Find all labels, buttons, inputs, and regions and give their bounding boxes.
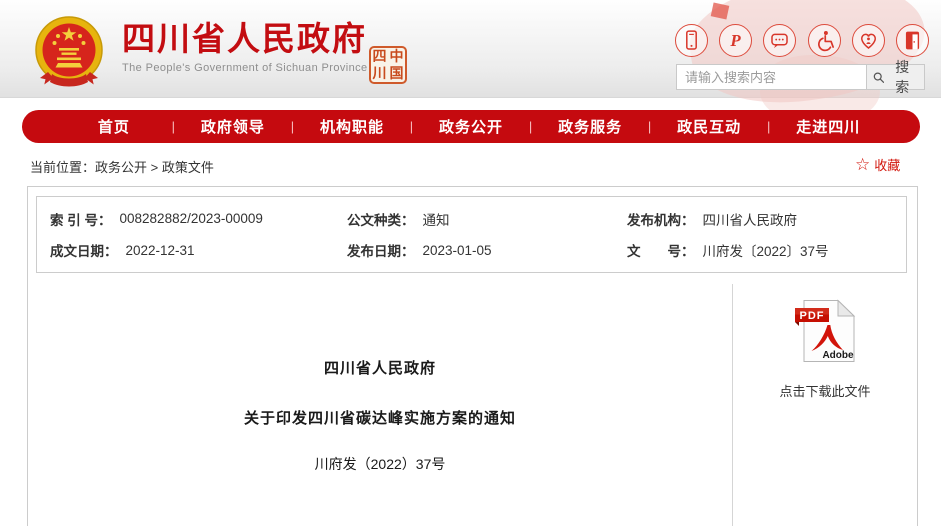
magnifier-icon — [873, 71, 884, 84]
article-body: 四川省人民政府 关于印发四川省碳达峰实施方案的通知 川府发（2022）37号 — [28, 187, 732, 526]
login-quick-link[interactable] — [896, 24, 929, 57]
map-marker-decoration — [711, 2, 730, 19]
download-link-text[interactable]: 点击下载此文件 — [733, 381, 917, 400]
p-logo-icon: P — [720, 24, 751, 57]
quick-links: P — [675, 24, 929, 57]
seal-char: 四 — [371, 48, 388, 65]
adobe-label: Adobe — [822, 350, 854, 361]
site-logo-link[interactable]: 四川省人民政府 The People's Government of Sichu… — [122, 21, 368, 74]
door-icon — [897, 24, 928, 57]
care-icon — [853, 24, 884, 57]
nav-item-open-government[interactable]: 政务公开 — [413, 116, 529, 137]
svg-text:P: P — [730, 31, 742, 50]
breadcrumb-link-policy-documents[interactable]: 政策文件 — [162, 160, 214, 175]
p-logo-quick-link[interactable]: P — [719, 24, 752, 57]
accessibility-quick-link[interactable] — [808, 24, 841, 57]
wheelchair-icon — [809, 24, 840, 57]
search-bar: 搜 索 — [676, 64, 925, 90]
seal-char: 中 — [388, 48, 405, 65]
nav-item-home[interactable]: 首页 — [56, 116, 172, 137]
breadcrumb-separator: > — [147, 160, 162, 175]
breadcrumb-label: 当前位置： — [30, 160, 95, 175]
seal-char: 川 — [371, 65, 388, 82]
care-version-quick-link[interactable] — [852, 24, 885, 57]
seal-char: 国 — [388, 65, 405, 82]
site-subtitle: The People's Government of Sichuan Provi… — [122, 62, 368, 74]
china-national-emblem-icon — [28, 11, 110, 93]
pdf-file-icon: PDF Adobe — [794, 299, 856, 363]
search-button-label: 搜 索 — [887, 57, 918, 97]
pdf-badge-label: PDF — [800, 310, 825, 322]
main-navigation: 首页 | 政府领导 | 机构职能 | 政务公开 | 政务服务 | 政民互动 | … — [22, 110, 920, 143]
favorite-button[interactable]: ☆ 收藏 — [855, 155, 900, 174]
site-header: 四川省人民政府 The People's Government of Sichu… — [0, 0, 941, 98]
article-document-number-line: 川府发（2022）37号 — [28, 454, 732, 474]
star-icon: ☆ — [855, 156, 870, 173]
breadcrumb-link-open-government[interactable]: 政务公开 — [95, 160, 147, 175]
breadcrumb: 当前位置：政务公开 > 政策文件 — [30, 157, 214, 176]
pdf-download-button[interactable]: PDF Adobe — [794, 299, 856, 368]
nav-item-public-interaction[interactable]: 政民互动 — [651, 116, 767, 137]
page: 四川省人民政府 The People's Government of Sichu… — [0, 0, 941, 526]
download-sidebar: PDF Adobe 点击下载此文件 — [733, 299, 917, 400]
message-quick-link[interactable] — [763, 24, 796, 57]
search-input[interactable] — [676, 64, 866, 90]
document-panel: 索 引 号： 008282882/2023-00009 公文种类： 通知 发布机… — [27, 186, 918, 526]
article-title-line: 关于印发四川省碳达峰实施方案的通知 — [28, 407, 732, 428]
site-title: 四川省人民政府 — [122, 21, 368, 57]
message-icon — [764, 24, 795, 57]
mobile-quick-link[interactable] — [675, 24, 708, 57]
article-organization-line: 四川省人民政府 — [28, 357, 732, 378]
nav-item-government-leaders[interactable]: 政府领导 — [175, 116, 291, 137]
nav-item-government-services[interactable]: 政务服务 — [532, 116, 648, 137]
nav-item-institution-functions[interactable]: 机构职能 — [294, 116, 410, 137]
mobile-icon — [676, 24, 707, 57]
nav-item-about-sichuan[interactable]: 走进四川 — [770, 116, 886, 137]
search-button[interactable]: 搜 索 — [866, 64, 925, 90]
favorite-label: 收藏 — [874, 155, 900, 174]
china-sichuan-seal-stamp: 四 中 川 国 — [369, 46, 407, 84]
